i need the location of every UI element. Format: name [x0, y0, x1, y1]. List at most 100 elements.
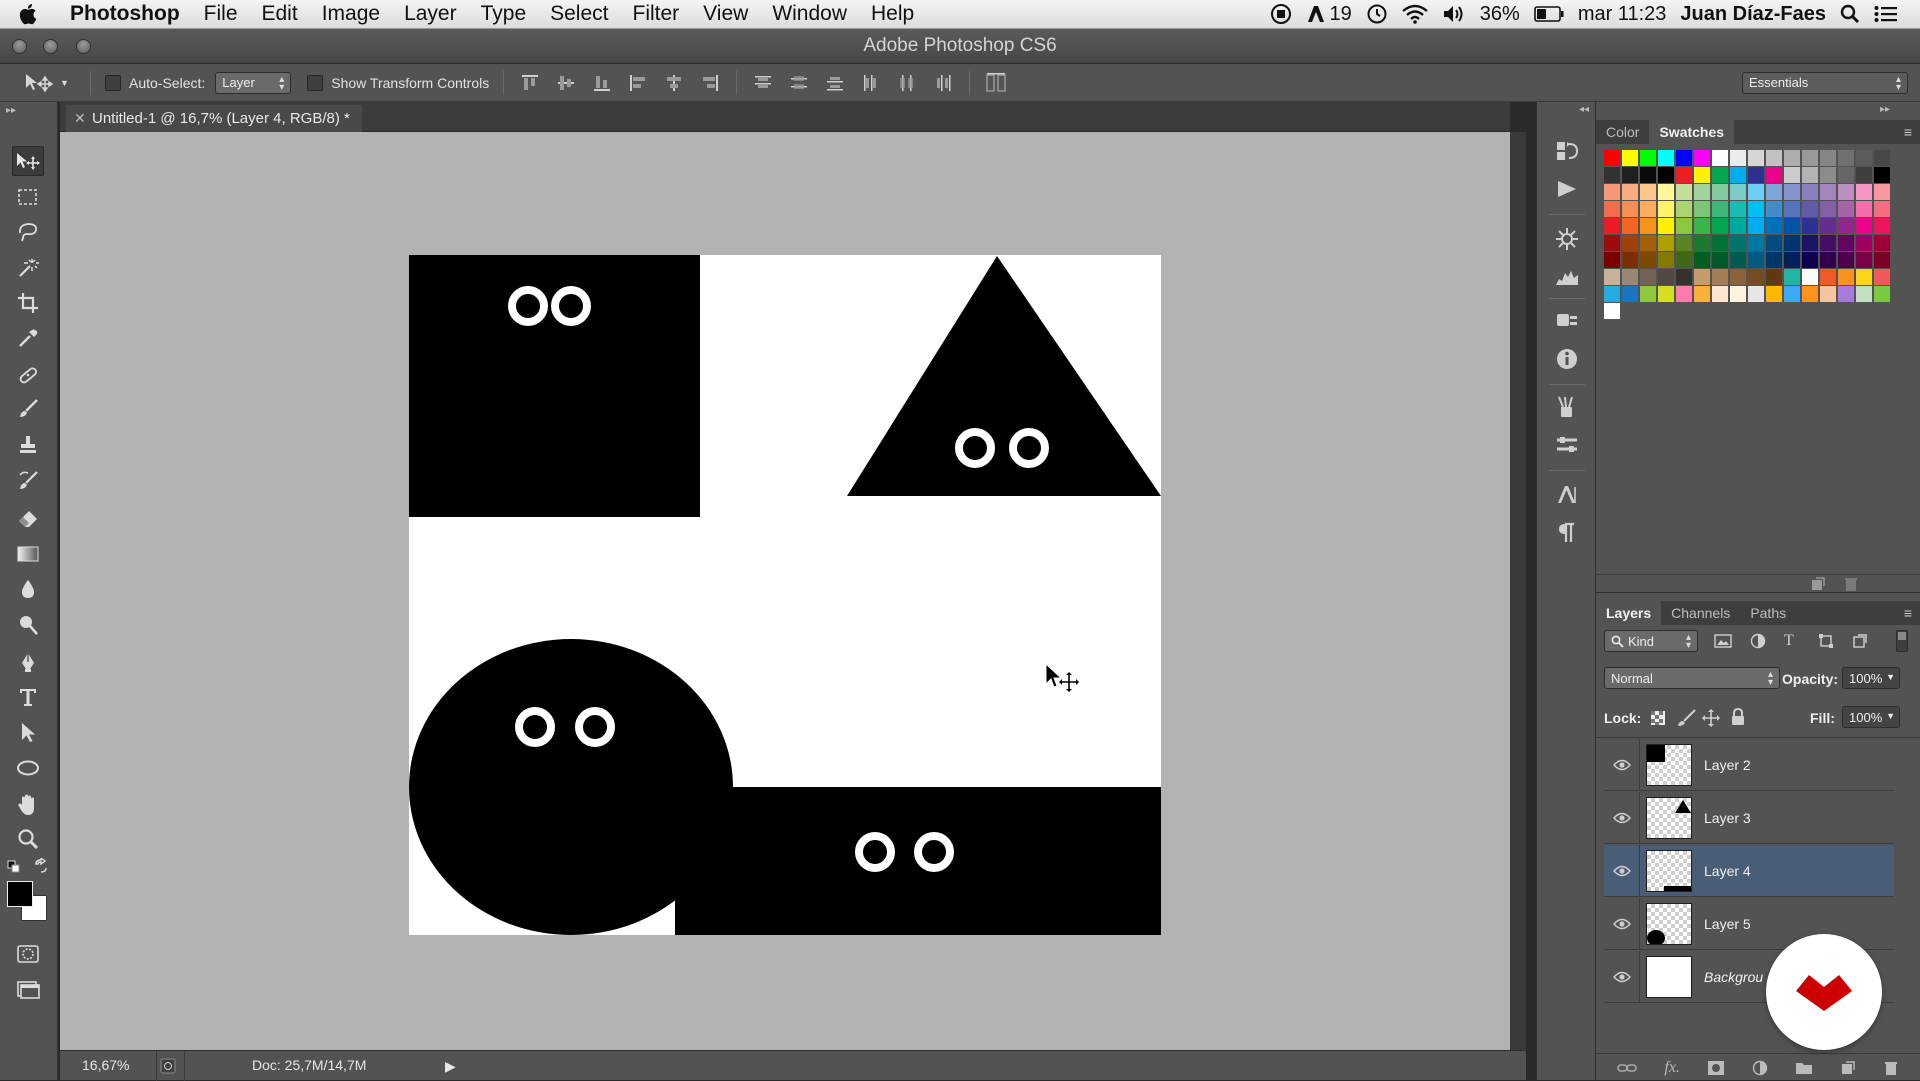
- blend-mode-dropdown[interactable]: Normal ▴ ▾: [1604, 667, 1780, 689]
- quick-mask-button[interactable]: [12, 939, 44, 969]
- color-swatch[interactable]: [1622, 252, 1638, 268]
- color-swatch[interactable]: [1784, 235, 1800, 251]
- color-swatch[interactable]: [1712, 269, 1728, 285]
- volume-icon[interactable]: [1442, 4, 1466, 24]
- color-swatch[interactable]: [1640, 286, 1656, 302]
- clock[interactable]: mar 11:23: [1578, 3, 1667, 26]
- histogram-panel-icon[interactable]: [1554, 264, 1580, 290]
- color-swatch[interactable]: [1640, 150, 1656, 166]
- color-swatch[interactable]: [1856, 252, 1872, 268]
- color-swatch[interactable]: [1856, 167, 1872, 183]
- color-swatch[interactable]: [1748, 201, 1764, 217]
- lasso-tool-button[interactable]: [12, 217, 44, 247]
- window-zoom-button[interactable]: [76, 39, 91, 54]
- color-swatch[interactable]: [1802, 235, 1818, 251]
- color-swatch[interactable]: [1856, 150, 1872, 166]
- color-swatch[interactable]: [1622, 286, 1638, 302]
- vertical-scrollbar[interactable]: [1510, 132, 1526, 1050]
- color-swatch[interactable]: [1658, 252, 1674, 268]
- color-swatch[interactable]: [1784, 184, 1800, 200]
- layer-row[interactable]: Layer 4: [1604, 845, 1894, 897]
- layer-row[interactable]: Layer 2: [1604, 739, 1894, 791]
- color-swatch[interactable]: [1784, 167, 1800, 183]
- move-tool-preset-picker[interactable]: ▼: [24, 72, 82, 94]
- fill-field[interactable]: 100% ▼: [1842, 706, 1900, 728]
- color-swatch[interactable]: [1802, 286, 1818, 302]
- color-swatch[interactable]: [1874, 235, 1890, 251]
- zoom-level[interactable]: 16,67%: [82, 1057, 129, 1073]
- color-swatch[interactable]: [1874, 218, 1890, 234]
- color-swatch[interactable]: [1604, 286, 1620, 302]
- color-swatch[interactable]: [1802, 201, 1818, 217]
- color-swatch[interactable]: [1748, 218, 1764, 234]
- eraser-tool-button[interactable]: [12, 503, 44, 533]
- menu-image[interactable]: Image: [310, 2, 392, 26]
- character-panel-icon[interactable]: [1554, 482, 1580, 508]
- status-info-icon[interactable]: [160, 1058, 176, 1074]
- tab-layers[interactable]: Layers: [1596, 601, 1662, 625]
- color-swatch[interactable]: [1748, 286, 1764, 302]
- notification-center-icon[interactable]: [1874, 5, 1898, 23]
- color-swatch[interactable]: [1784, 218, 1800, 234]
- window-close-button[interactable]: [12, 39, 27, 54]
- paragraph-panel-icon[interactable]: [1554, 520, 1580, 546]
- color-swatch[interactable]: [1694, 235, 1710, 251]
- visibility-eye-icon[interactable]: [1604, 792, 1640, 844]
- color-swatch[interactable]: [1838, 286, 1854, 302]
- auto-select-checkbox[interactable]: [105, 74, 121, 91]
- color-swatch[interactable]: [1874, 184, 1890, 200]
- opacity-field[interactable]: 100% ▼: [1842, 667, 1900, 689]
- color-swatch[interactable]: [1802, 218, 1818, 234]
- color-swatch[interactable]: [1766, 184, 1782, 200]
- show-transform-controls-checkbox[interactable]: [307, 74, 324, 91]
- delete-swatch-icon[interactable]: [1843, 576, 1859, 592]
- distribute-vertical-centers-icon[interactable]: [788, 72, 810, 94]
- color-swatch[interactable]: [1676, 252, 1692, 268]
- color-swatch[interactable]: [1820, 150, 1836, 166]
- color-swatch[interactable]: [1730, 167, 1746, 183]
- link-layers-icon[interactable]: [1617, 1062, 1638, 1074]
- menu-select[interactable]: Select: [538, 2, 620, 26]
- document-tab[interactable]: ✕ Untitled-1 @ 16,7% (Layer 4, RGB/8) *: [66, 105, 362, 132]
- auto-select-dropdown[interactable]: Layer ▴ ▾: [215, 71, 292, 94]
- color-swatch[interactable]: [1730, 269, 1746, 285]
- color-swatch[interactable]: [1730, 184, 1746, 200]
- brush-tool-button[interactable]: [12, 394, 44, 424]
- color-swatch[interactable]: [1838, 269, 1854, 285]
- rectangle-shape[interactable]: [675, 787, 1161, 935]
- tab-channels[interactable]: Channels: [1661, 601, 1740, 625]
- color-swatch[interactable]: [1784, 150, 1800, 166]
- tab-paths[interactable]: Paths: [1740, 601, 1796, 625]
- color-swatch[interactable]: [1766, 201, 1782, 217]
- wifi-icon[interactable]: [1402, 4, 1428, 24]
- user-name[interactable]: Juan Díaz-Faes: [1680, 3, 1826, 26]
- filter-type-layers-icon[interactable]: T: [1784, 632, 1794, 650]
- color-swatch[interactable]: [1802, 184, 1818, 200]
- color-swatch[interactable]: [1838, 201, 1854, 217]
- color-swatch[interactable]: [1766, 150, 1782, 166]
- visibility-eye-icon[interactable]: [1604, 951, 1640, 1003]
- color-swatch[interactable]: [1730, 235, 1746, 251]
- align-vertical-centers-icon[interactable]: [555, 72, 577, 94]
- color-swatch[interactable]: [1838, 150, 1854, 166]
- color-swatch[interactable]: [1622, 235, 1638, 251]
- battery-percent[interactable]: 36%: [1480, 3, 1520, 26]
- distribute-right-edges-icon[interactable]: [932, 72, 954, 94]
- color-swatch[interactable]: [1676, 235, 1692, 251]
- status-menu-arrow-icon[interactable]: ▶: [445, 1058, 456, 1075]
- type-tool-button[interactable]: [12, 682, 44, 712]
- align-top-edges-icon[interactable]: [519, 72, 541, 94]
- blur-tool-button[interactable]: [12, 574, 44, 604]
- color-swatch[interactable]: [1676, 150, 1692, 166]
- color-swatch[interactable]: [1712, 150, 1728, 166]
- color-swatch[interactable]: [1640, 201, 1656, 217]
- color-swatch[interactable]: [1622, 201, 1638, 217]
- eyedropper-tool-button[interactable]: [12, 323, 44, 353]
- document-canvas[interactable]: [409, 255, 1161, 935]
- color-swatch[interactable]: [1856, 184, 1872, 200]
- time-machine-icon[interactable]: [1366, 3, 1388, 25]
- color-swatch[interactable]: [1838, 167, 1854, 183]
- color-swatch[interactable]: [1604, 150, 1620, 166]
- adjustments-panel-icon[interactable]: [1554, 226, 1580, 252]
- color-swatch[interactable]: [1784, 252, 1800, 268]
